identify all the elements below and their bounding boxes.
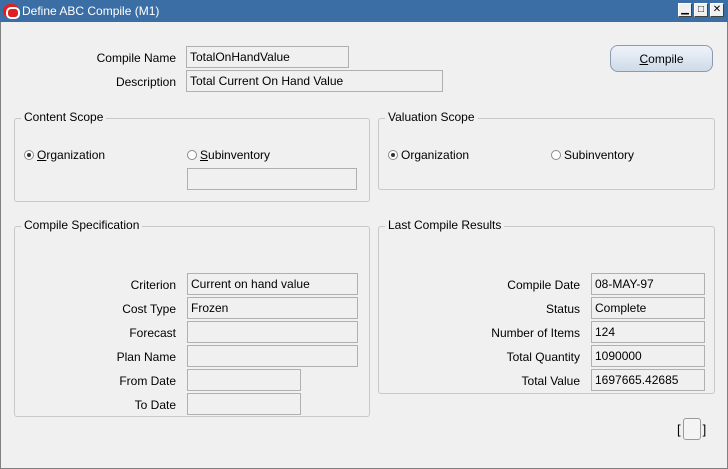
subinventory-field[interactable] — [187, 168, 357, 190]
criterion-label: Criterion — [130, 278, 176, 292]
last-results-title: Last Compile Results — [385, 218, 505, 232]
content-org-accel: O — [37, 148, 47, 162]
total-quantity-field: 1090000 — [591, 345, 705, 367]
compile-date-label: Compile Date — [507, 278, 580, 292]
form-body: Compile Name TotalOnHandValue Descriptio… — [0, 22, 728, 469]
close-icon[interactable]: ✕ — [710, 3, 724, 17]
status-label: Status — [545, 302, 580, 316]
radio-selected-icon — [388, 150, 398, 160]
window-controls: ▁ □ ✕ — [678, 3, 724, 17]
valuation-organization-radio[interactable]: Organization — [388, 148, 469, 162]
radio-selected-icon — [24, 150, 34, 160]
valuation-sub-label: Subinventory — [564, 148, 635, 162]
compile-spec-title: Compile Specification — [21, 218, 143, 232]
compile-accel: C — [639, 51, 649, 66]
content-scope-title: Content Scope — [21, 110, 107, 124]
content-sub-rest: ubinventory — [208, 148, 271, 162]
compile-button[interactable]: Compile — [610, 45, 713, 72]
plan-name-field[interactable] — [187, 345, 358, 367]
bracket-right: ] — [702, 421, 707, 437]
content-org-rest: rganization — [46, 148, 106, 162]
content-sub-accel: S — [200, 148, 209, 162]
compile-rest: ompile — [648, 51, 684, 66]
compile-spec-group: Compile Specification Criterion Current … — [14, 218, 370, 417]
total-value-field: 1697665.42685 — [591, 369, 705, 391]
total-quantity-label: Total Quantity — [506, 350, 580, 364]
from-date-label: From Date — [119, 374, 176, 388]
radio-unselected-icon — [187, 150, 197, 160]
number-of-items-field: 124 — [591, 321, 705, 343]
compile-name-field[interactable]: TotalOnHandValue — [186, 46, 349, 68]
number-of-items-label: Number of Items — [491, 326, 580, 340]
from-date-field[interactable] — [187, 369, 301, 391]
to-date-field[interactable] — [187, 393, 301, 415]
valuation-org-label: Organization — [401, 148, 470, 162]
valuation-scope-group: Valuation Scope Organization Subinventor… — [378, 110, 715, 190]
total-value-label: Total Value — [521, 374, 580, 388]
maximize-icon[interactable]: □ — [694, 3, 708, 17]
valuation-subinventory-radio[interactable]: Subinventory — [551, 148, 634, 162]
flexfield-area: [ ] — [677, 418, 706, 440]
cost-type-label: Cost Type — [122, 302, 176, 316]
forecast-field[interactable] — [187, 321, 358, 343]
description-label: Description — [115, 75, 176, 89]
content-scope-group: Content Scope Organization Subinventory — [14, 110, 370, 202]
radio-unselected-icon — [551, 150, 561, 160]
cost-type-field[interactable]: Frozen — [187, 297, 358, 319]
status-field: Complete — [591, 297, 705, 319]
to-date-label: To Date — [134, 398, 176, 412]
title-bar: Define ABC Compile (M1) ▁ □ ✕ — [0, 0, 728, 22]
compile-name-label: Compile Name — [96, 51, 176, 65]
description-field[interactable]: Total Current On Hand Value — [186, 70, 443, 92]
valuation-scope-title: Valuation Scope — [385, 110, 478, 124]
window-title: Define ABC Compile (M1) — [22, 4, 160, 18]
last-results-group: Last Compile Results Compile Date 08-MAY… — [378, 218, 715, 394]
compile-date-field: 08-MAY-97 — [591, 273, 705, 295]
flexfield-box[interactable] — [682, 418, 701, 440]
criterion-field[interactable]: Current on hand value — [187, 273, 358, 295]
forecast-label: Forecast — [129, 326, 176, 340]
bracket-left: [ — [677, 421, 681, 437]
oracle-app-icon[interactable] — [3, 4, 20, 19]
plan-name-label: Plan Name — [116, 350, 176, 364]
minimize-icon[interactable]: ▁ — [678, 3, 692, 17]
content-subinventory-radio[interactable]: Subinventory — [187, 148, 270, 162]
content-organization-radio[interactable]: Organization — [24, 148, 105, 162]
